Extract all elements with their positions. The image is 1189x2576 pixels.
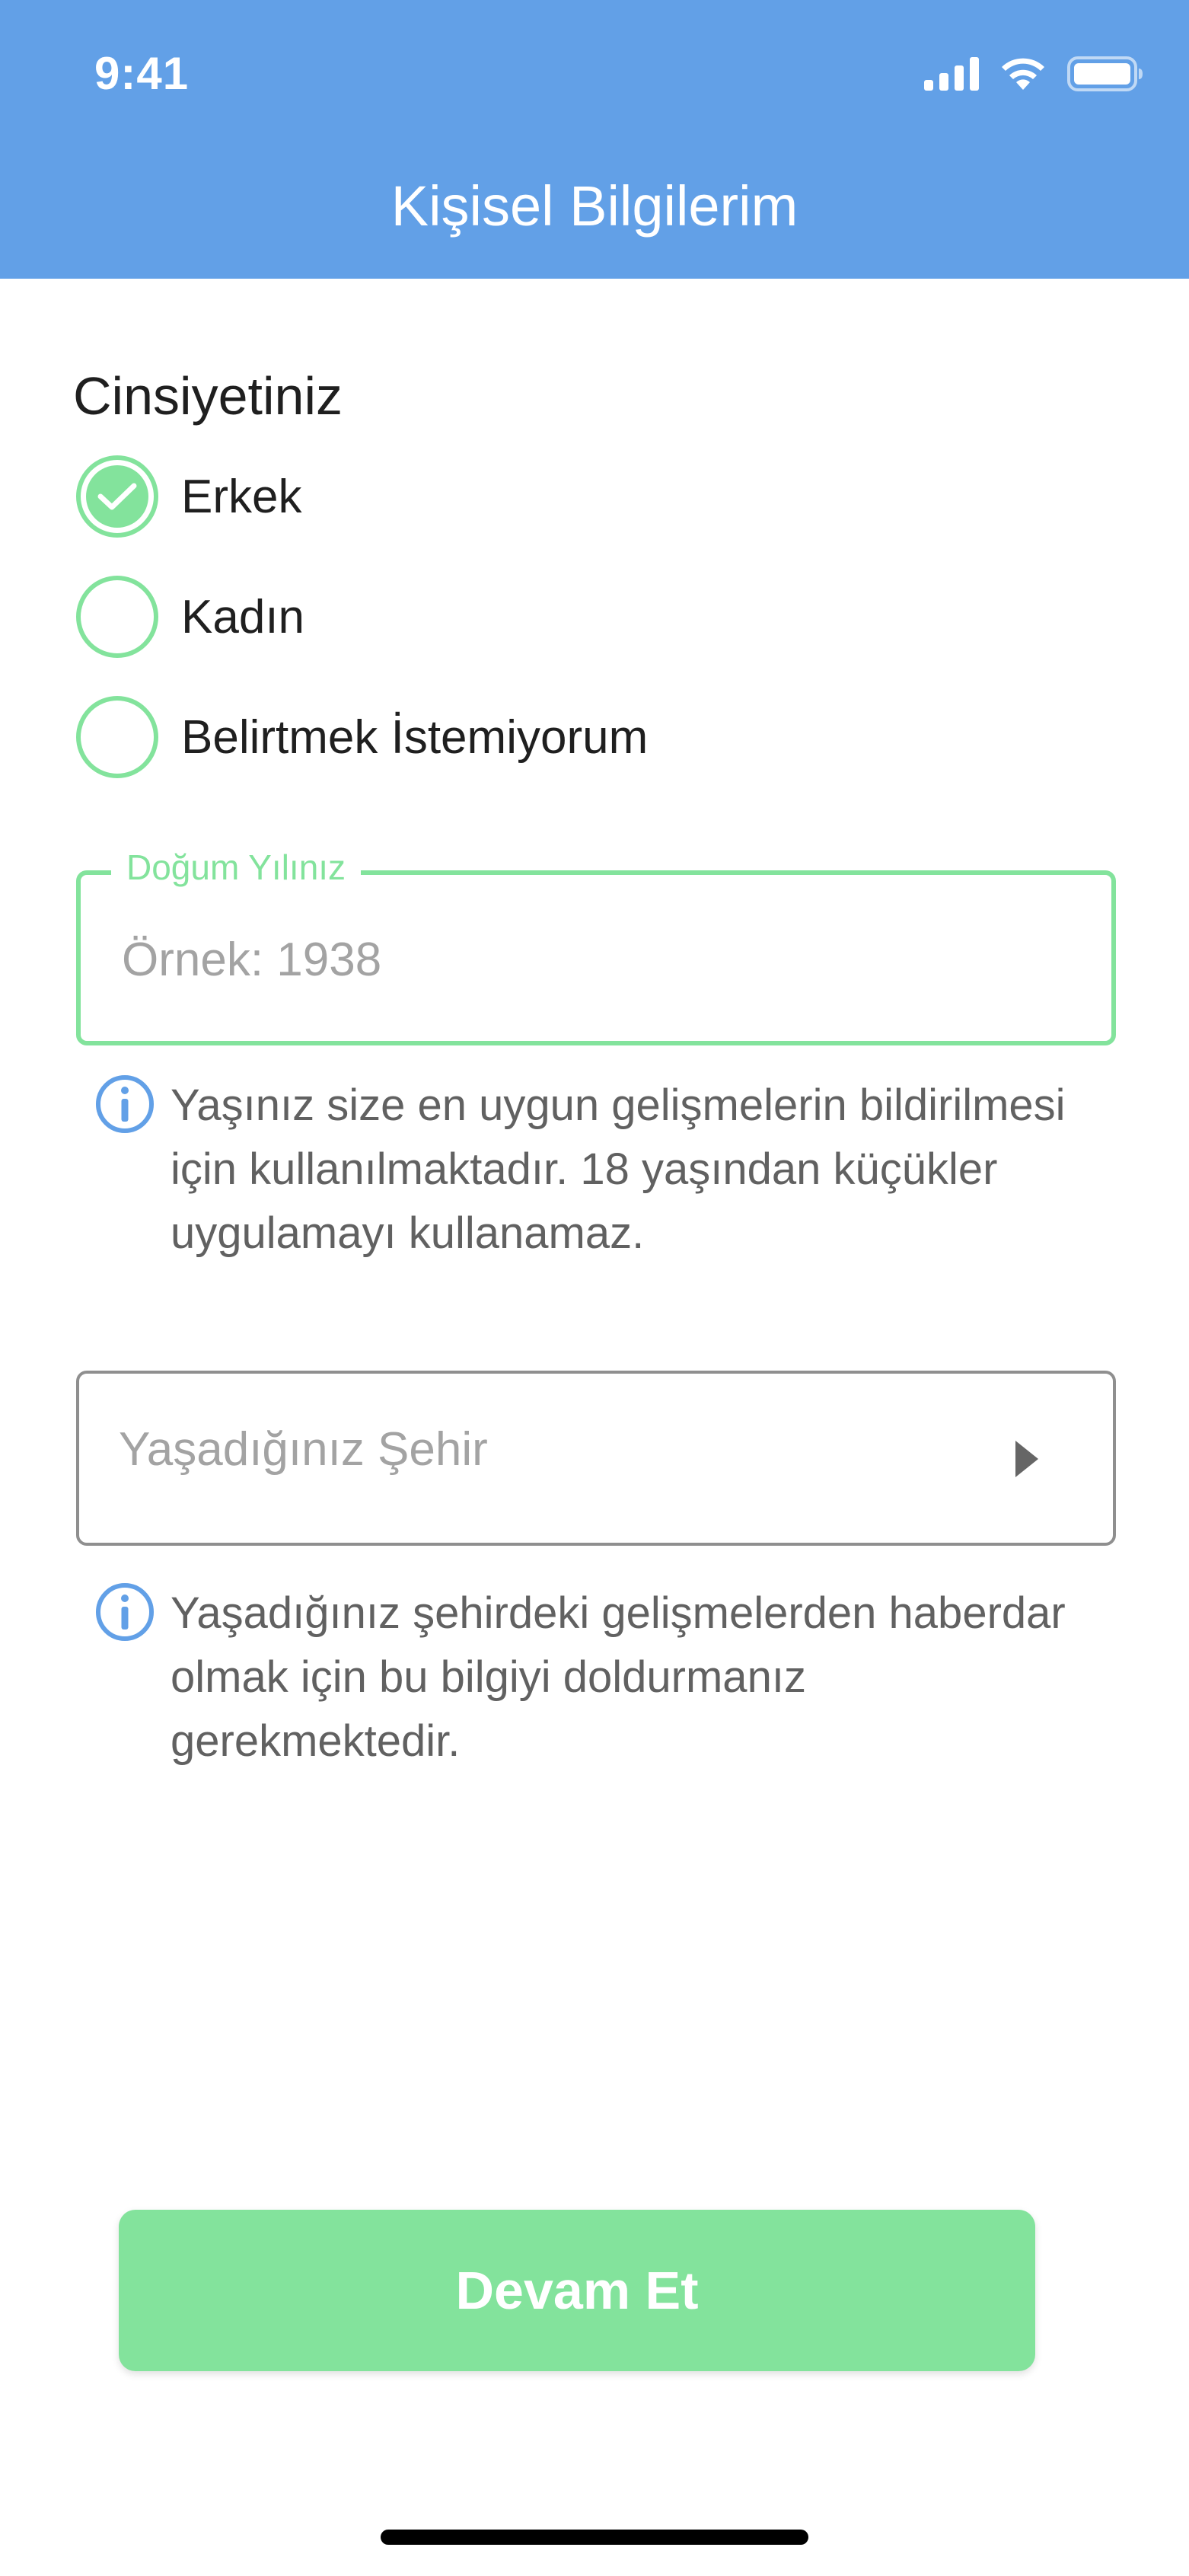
checkmark-icon <box>97 483 137 510</box>
home-indicator <box>381 2530 808 2545</box>
continue-button[interactable]: Devam Et <box>119 2210 1035 2371</box>
gender-option-belirtmek-istemiyorum[interactable]: Belirtmek İstemiyorum <box>76 695 648 779</box>
triangle-right-icon <box>1015 1441 1038 1477</box>
gender-option-label: Belirtmek İstemiyorum <box>181 710 649 764</box>
gender-option-kadin[interactable]: Kadın <box>76 575 304 659</box>
birth-year-info: Yaşınız size en uygun gelişmelerin bildi… <box>94 1074 1084 1266</box>
info-icon <box>96 1583 154 1641</box>
radio-button[interactable] <box>76 576 158 658</box>
city-info-text: Yaşadığınız şehirdeki gelişmelerden habe… <box>171 1588 1066 1766</box>
radio-button[interactable] <box>76 696 158 778</box>
birth-year-label: Doğum Yılınız <box>111 847 362 888</box>
gender-option-label: Kadın <box>181 590 305 643</box>
gender-option-label: Erkek <box>181 470 302 523</box>
city-select-placeholder: Yaşadığınız Şehir <box>119 1423 488 1476</box>
page-title: Kişisel Bilgilerim <box>390 174 799 238</box>
wifi-icon <box>999 56 1047 95</box>
status-icons <box>924 55 1143 96</box>
radio-button-checked[interactable] <box>76 455 158 538</box>
city-select[interactable]: Yaşadığınız Şehir <box>76 1371 1116 1546</box>
birth-year-info-text: Yaşınız size en uygun gelişmelerin bildi… <box>171 1081 1066 1258</box>
status-time: 9:41 <box>94 48 190 99</box>
battery-icon <box>1067 56 1143 95</box>
info-icon <box>96 1075 154 1133</box>
header-bar: 9:41 Kişisel Bilgilerim <box>0 0 1189 279</box>
birth-year-input[interactable] <box>122 921 1081 998</box>
cellular-signal-icon <box>924 56 979 94</box>
gender-section-title: Cinsiyetiniz <box>73 366 343 426</box>
city-info: Yaşadığınız şehirdeki gelişmelerden habe… <box>94 1582 1084 1773</box>
radio-fill <box>86 465 148 528</box>
gender-option-erkek[interactable]: Erkek <box>76 455 301 538</box>
